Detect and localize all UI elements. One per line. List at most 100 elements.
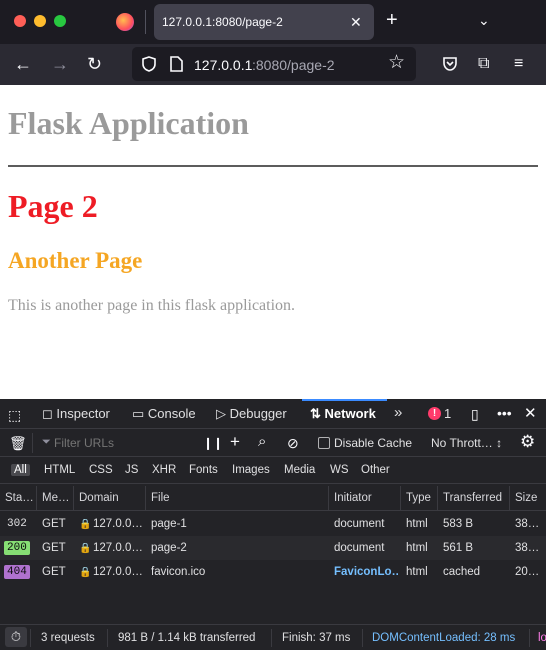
column-divider[interactable] bbox=[73, 486, 74, 511]
request-initiator: document bbox=[334, 542, 385, 554]
filter-xhr[interactable]: XHR bbox=[152, 464, 176, 476]
request-method: GET bbox=[42, 566, 66, 578]
status-code: 200 bbox=[4, 541, 30, 555]
column-divider[interactable] bbox=[36, 486, 37, 511]
tab-console[interactable]: ▭ Console bbox=[132, 406, 196, 422]
request-file: page-2 bbox=[151, 542, 187, 554]
column-divider[interactable] bbox=[509, 486, 510, 511]
page-paragraph: This is another page in this flask appli… bbox=[8, 297, 296, 314]
devtools-menu-icon[interactable]: ••• bbox=[497, 405, 512, 421]
inspector-label: Inspector bbox=[56, 406, 110, 421]
status-separator bbox=[107, 629, 108, 647]
debugger-icon: ▷ bbox=[216, 406, 230, 421]
list-all-tabs-icon[interactable]: ⌄ bbox=[478, 12, 490, 28]
performance-analysis-icon[interactable]: ⏱ bbox=[5, 627, 27, 647]
forward-icon[interactable]: → bbox=[51, 55, 69, 73]
table-row[interactable]: 302 GET 🔒 127.0.0… page-1 document html … bbox=[0, 512, 546, 536]
block-icon[interactable]: ⊘ bbox=[287, 435, 299, 451]
column-size[interactable]: Size bbox=[515, 492, 537, 504]
table-row[interactable]: 200 GET 🔒 127.0.0… page-2 document html … bbox=[0, 536, 546, 560]
browser-navbar: ← → ↻ 127.0.0.1 :8080/page-2 ☆ ⧉ ≡ bbox=[0, 44, 546, 85]
finish-time: Finish: 37 ms bbox=[282, 632, 351, 644]
column-initiator[interactable]: Initiator bbox=[334, 492, 372, 504]
network-settings-gear-icon[interactable]: ⚙ bbox=[520, 433, 535, 450]
filter-css[interactable]: CSS bbox=[89, 464, 113, 476]
firefox-view-icon[interactable] bbox=[116, 13, 134, 31]
request-initiator-link[interactable]: FaviconLo… bbox=[334, 566, 398, 578]
request-type: html bbox=[406, 542, 428, 554]
divider bbox=[8, 165, 538, 167]
devtools-close-icon[interactable]: ✕ bbox=[524, 406, 537, 422]
filter-media[interactable]: Media bbox=[284, 464, 315, 476]
requests-table-header: Sta… Me… Domain File Initiator Type Tran… bbox=[0, 486, 546, 511]
extensions-icon[interactable]: ⧉ bbox=[478, 56, 489, 72]
column-divider[interactable] bbox=[328, 486, 329, 511]
page-info-icon[interactable] bbox=[170, 56, 183, 72]
request-domain: 127.0.0… bbox=[93, 542, 143, 554]
filter-all[interactable]: All bbox=[11, 464, 30, 476]
pick-element-icon[interactable]: ⬚ bbox=[8, 407, 21, 423]
table-row[interactable]: 404 GET 🔒 127.0.0… favicon.ico FaviconLo… bbox=[0, 560, 546, 584]
trash-icon[interactable]: 🗑 bbox=[9, 435, 27, 451]
bookmark-star-icon[interactable]: ☆ bbox=[388, 53, 405, 72]
add-request-icon[interactable]: + bbox=[230, 433, 240, 450]
status-separator bbox=[271, 629, 272, 647]
pause-icon[interactable]: ❙❙ bbox=[203, 435, 223, 451]
search-icon[interactable]: ⌕ bbox=[258, 434, 266, 450]
filter-other[interactable]: Other bbox=[361, 464, 390, 476]
url-host: 127.0.0.1 bbox=[194, 57, 253, 73]
status-code: 302 bbox=[7, 518, 27, 530]
page-viewport: Flask Application Page 2 Another Page Th… bbox=[0, 85, 546, 399]
column-divider[interactable] bbox=[437, 486, 438, 511]
filter-html[interactable]: HTML bbox=[44, 464, 75, 476]
request-type-filters: All HTML CSS JS XHR Fonts Images Media W… bbox=[0, 457, 546, 484]
lock-icon: 🔒 bbox=[79, 519, 92, 530]
load-time: lo bbox=[538, 632, 546, 644]
column-type[interactable]: Type bbox=[406, 492, 431, 504]
column-transferred[interactable]: Transferred bbox=[443, 492, 502, 504]
pocket-icon[interactable] bbox=[442, 56, 458, 72]
column-domain[interactable]: Domain bbox=[79, 492, 119, 504]
request-domain: 127.0.0… bbox=[93, 566, 143, 578]
filter-icon: ⏷ bbox=[42, 436, 51, 448]
page-title: Page 2 bbox=[8, 188, 98, 224]
disable-cache-checkbox[interactable] bbox=[318, 437, 330, 449]
error-badge-icon[interactable]: ! bbox=[428, 407, 441, 420]
more-tabs-icon[interactable]: » bbox=[394, 404, 402, 421]
debugger-label: Debugger bbox=[229, 406, 287, 421]
error-count[interactable]: 1 bbox=[444, 406, 451, 421]
tab-inspector[interactable]: ◻ Inspector bbox=[42, 406, 110, 422]
tab-separator bbox=[145, 10, 146, 34]
filter-urls-input[interactable] bbox=[54, 434, 184, 452]
column-divider[interactable] bbox=[145, 486, 146, 511]
column-status[interactable]: Sta… bbox=[5, 492, 34, 504]
filter-images[interactable]: Images bbox=[232, 464, 270, 476]
url-bar[interactable]: 127.0.0.1 :8080/page-2 ☆ bbox=[132, 47, 416, 81]
request-size: 20… bbox=[515, 566, 540, 578]
status-separator bbox=[30, 629, 31, 647]
filter-js[interactable]: JS bbox=[125, 464, 138, 476]
shield-icon[interactable] bbox=[142, 56, 156, 72]
app-menu-icon[interactable]: ≡ bbox=[514, 56, 523, 72]
console-label: Console bbox=[147, 406, 196, 421]
dock-side-icon[interactable]: ▯ bbox=[471, 406, 479, 422]
reload-icon[interactable]: ↻ bbox=[87, 55, 102, 73]
window-close-button[interactable] bbox=[14, 15, 26, 27]
new-tab-icon[interactable]: + bbox=[386, 10, 398, 30]
tab-debugger[interactable]: ▷ Debugger bbox=[216, 406, 287, 422]
filter-fonts[interactable]: Fonts bbox=[189, 464, 218, 476]
filter-ws[interactable]: WS bbox=[330, 464, 349, 476]
column-file[interactable]: File bbox=[151, 492, 170, 504]
tab-title: 127.0.0.1:8080/page-2 bbox=[162, 15, 283, 29]
column-divider[interactable] bbox=[400, 486, 401, 511]
back-icon[interactable]: ← bbox=[14, 55, 32, 73]
tab-page-2[interactable]: 127.0.0.1:8080/page-2 ✕ bbox=[154, 4, 374, 40]
tab-network[interactable]: ⇅ Network bbox=[310, 406, 376, 422]
column-method[interactable]: Me… bbox=[42, 492, 69, 504]
throttling-select[interactable]: No Thrott… ↕ bbox=[431, 436, 502, 450]
lock-icon: 🔒 bbox=[79, 543, 92, 554]
tab-close-icon[interactable]: ✕ bbox=[350, 14, 362, 30]
page-subtitle: Another Page bbox=[8, 248, 143, 273]
window-maximize-button[interactable] bbox=[54, 15, 66, 27]
window-minimize-button[interactable] bbox=[34, 15, 46, 27]
